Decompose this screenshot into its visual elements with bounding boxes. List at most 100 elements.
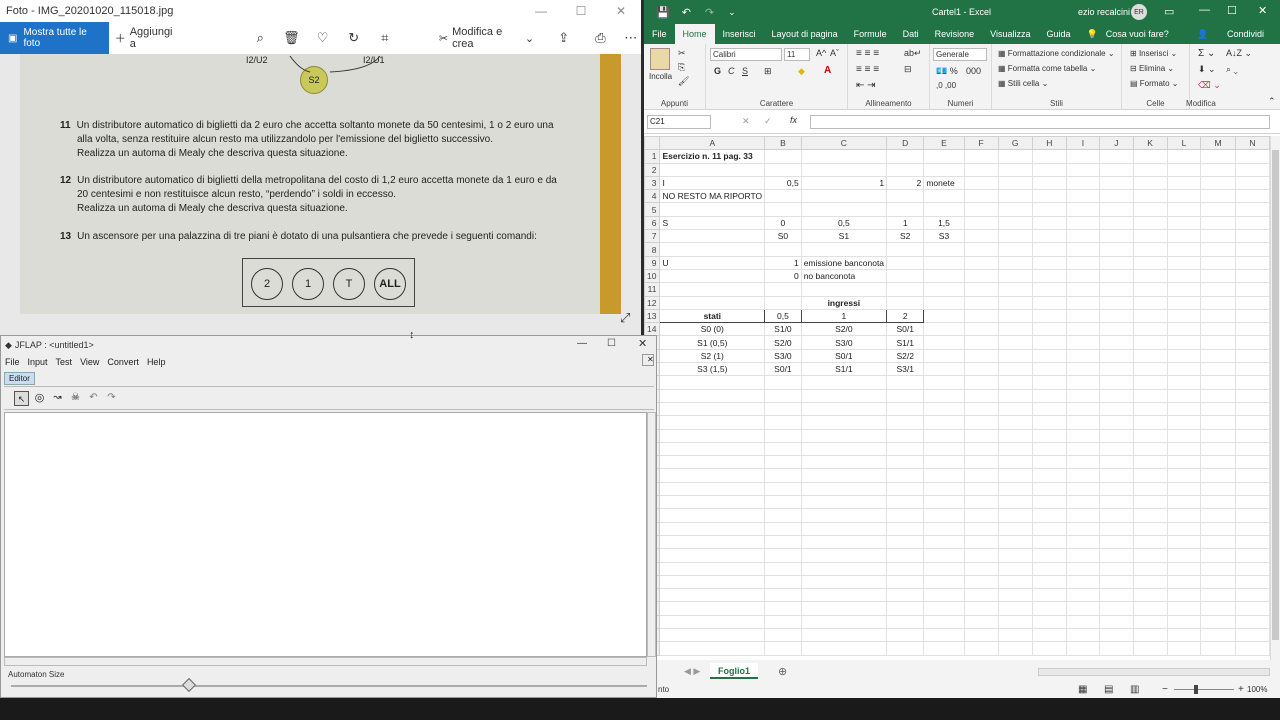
cell[interactable] xyxy=(1065,401,1101,417)
canvas-horizontal-scrollbar[interactable] xyxy=(4,657,647,666)
column-header[interactable]: N xyxy=(1234,135,1271,151)
cell[interactable] xyxy=(800,162,888,177)
cell[interactable] xyxy=(1132,561,1168,576)
cell[interactable] xyxy=(1132,362,1168,377)
cell[interactable]: ingressi xyxy=(800,295,888,310)
cell[interactable] xyxy=(659,162,766,177)
undo-icon[interactable]: ↶ xyxy=(682,6,691,19)
cell[interactable] xyxy=(1200,614,1236,629)
select-all-corner[interactable] xyxy=(643,135,661,151)
cell[interactable] xyxy=(1234,388,1271,403)
cell[interactable] xyxy=(1065,162,1101,177)
cell[interactable]: monete xyxy=(923,175,965,191)
tab-insert[interactable]: Inserisci xyxy=(715,24,764,44)
grow-font-icon[interactable]: A^ xyxy=(816,48,826,58)
cell[interactable] xyxy=(1099,229,1134,244)
cell[interactable] xyxy=(1099,202,1134,217)
cell[interactable] xyxy=(1234,401,1271,417)
cell[interactable]: S0/1 xyxy=(800,348,888,364)
delete-cells-button[interactable]: ⊟ Elimina ⌄ xyxy=(1130,64,1174,73)
cell[interactable] xyxy=(1234,508,1271,523)
state-creator-icon[interactable]: ◎ xyxy=(32,391,47,406)
cell[interactable] xyxy=(1132,641,1168,656)
cell[interactable] xyxy=(1200,627,1236,643)
cell[interactable] xyxy=(1166,202,1202,217)
cell[interactable] xyxy=(923,534,965,550)
cell[interactable] xyxy=(800,388,888,403)
cell[interactable]: S1/0 xyxy=(764,322,802,337)
automaton-size-slider[interactable] xyxy=(11,685,647,687)
cell[interactable] xyxy=(1065,202,1101,217)
cell[interactable] xyxy=(1132,335,1168,350)
cell[interactable] xyxy=(764,401,802,417)
cell[interactable] xyxy=(1234,189,1271,204)
cell[interactable] xyxy=(923,614,965,629)
cell[interactable] xyxy=(1132,508,1168,523)
cell[interactable] xyxy=(923,189,965,204)
cell[interactable] xyxy=(1132,627,1168,643)
cell[interactable] xyxy=(1099,322,1134,337)
cell[interactable] xyxy=(1200,229,1236,244)
cell[interactable] xyxy=(1200,202,1236,217)
cell[interactable] xyxy=(800,282,888,297)
thousands-icon[interactable]: 000 xyxy=(966,66,981,76)
cell[interactable] xyxy=(1132,455,1168,470)
rotate-icon[interactable]: ↻ xyxy=(343,22,364,54)
cell[interactable] xyxy=(923,468,965,483)
cell[interactable] xyxy=(1200,308,1236,324)
cell[interactable] xyxy=(997,428,1033,443)
cell[interactable] xyxy=(1099,441,1134,457)
cell[interactable] xyxy=(1099,455,1134,470)
cell[interactable] xyxy=(1132,588,1168,603)
delete-icon[interactable]: 🗑 xyxy=(281,22,302,54)
cell[interactable] xyxy=(1099,521,1134,536)
close-icon[interactable]: ✕ xyxy=(1258,4,1267,17)
cell[interactable] xyxy=(923,495,965,510)
cell[interactable] xyxy=(886,508,925,523)
cell[interactable] xyxy=(997,481,1033,497)
cell[interactable] xyxy=(997,175,1033,191)
cell[interactable] xyxy=(963,362,999,377)
cell[interactable] xyxy=(923,282,965,297)
cell[interactable] xyxy=(963,548,999,563)
cell[interactable] xyxy=(1031,229,1067,244)
cell[interactable] xyxy=(1065,348,1101,364)
cell[interactable]: 0,5 xyxy=(800,215,888,231)
fullscreen-icon[interactable]: ⤢ xyxy=(620,310,630,326)
cell[interactable] xyxy=(923,388,965,403)
cell[interactable] xyxy=(1132,574,1168,590)
cell[interactable] xyxy=(1065,548,1101,563)
font-color-icon[interactable]: A xyxy=(824,65,831,76)
cell[interactable] xyxy=(659,561,766,576)
row-header[interactable]: 9 xyxy=(643,255,661,270)
cell[interactable] xyxy=(886,388,925,403)
cell[interactable] xyxy=(659,574,766,590)
align-top-icon[interactable]: ≡ ≡ ≡ xyxy=(856,48,879,59)
row-header[interactable]: 11 xyxy=(643,282,661,297)
column-header[interactable]: I xyxy=(1065,135,1101,151)
cell[interactable] xyxy=(1099,295,1134,310)
tell-me-input[interactable]: Cosa vuoi fare? xyxy=(1106,24,1177,44)
ribbon-options-icon[interactable]: ▭ xyxy=(1164,5,1174,18)
cell[interactable] xyxy=(764,202,802,217)
cell[interactable] xyxy=(659,455,766,470)
cell[interactable] xyxy=(1031,388,1067,403)
avatar[interactable]: ER xyxy=(1131,4,1147,20)
row-header[interactable]: 3 xyxy=(643,175,661,191)
cell[interactable] xyxy=(764,441,802,457)
cell[interactable] xyxy=(800,601,888,616)
cell[interactable] xyxy=(1031,415,1067,430)
cell[interactable] xyxy=(1132,401,1168,417)
cell[interactable] xyxy=(800,481,888,497)
redo-icon[interactable]: ↷ xyxy=(104,391,119,406)
row-header[interactable]: 2 xyxy=(643,162,661,177)
row-header[interactable]: 1 xyxy=(643,149,661,164)
cell[interactable] xyxy=(963,561,999,576)
cell[interactable] xyxy=(963,162,999,177)
cell[interactable] xyxy=(963,322,999,337)
cell[interactable] xyxy=(1031,441,1067,457)
cell[interactable]: S2/0 xyxy=(800,322,888,337)
spreadsheet-grid[interactable]: A B C D E F G H I J K L M N 1 Esercizio n… xyxy=(643,135,1271,656)
cell[interactable] xyxy=(1031,468,1067,483)
cell[interactable] xyxy=(764,149,802,164)
